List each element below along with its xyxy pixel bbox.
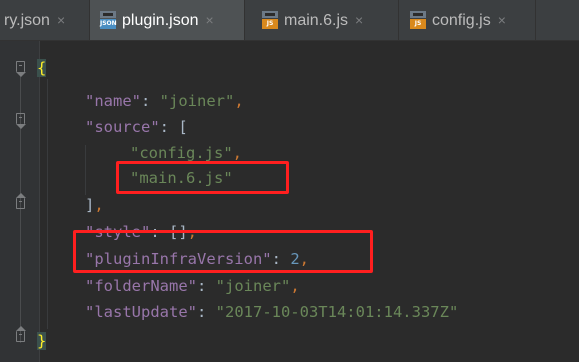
tab-label: main.6.js <box>284 12 349 29</box>
highlight-box-main-js <box>116 161 289 194</box>
fold-icon[interactable] <box>16 326 26 342</box>
code-line: "name": "joiner", <box>85 92 244 110</box>
json-string: "joiner" <box>215 277 291 295</box>
code-line: } <box>37 328 47 354</box>
open-brace: { <box>37 59 47 77</box>
tab-label: ry.json <box>4 12 50 29</box>
tab-main-6-js[interactable]: JS main.6.js × <box>252 0 387 40</box>
json-string: "2017-10-03T14:01:14.337Z" <box>215 303 459 321</box>
json-string: "config.js" <box>130 144 233 162</box>
editor-gutter <box>0 41 40 362</box>
tab-config-js[interactable]: JS config.js × <box>400 0 535 40</box>
code-line: ], <box>85 196 104 214</box>
close-icon[interactable]: × <box>498 12 506 28</box>
fold-icon[interactable] <box>16 193 26 209</box>
code-line: "folderName": "joiner", <box>85 277 300 295</box>
fold-icon[interactable] <box>16 61 26 77</box>
js-file-icon: JS <box>262 10 278 29</box>
json-key: "name" <box>85 92 141 110</box>
json-key: "folderName" <box>85 277 197 295</box>
code-editor[interactable]: { "name": "joiner", "source": [ "config.… <box>37 41 579 362</box>
tab-label: plugin.json <box>122 12 199 29</box>
tab-plugin-json[interactable]: JSON plugin.json × <box>90 0 244 40</box>
editor-tab-bar: ry.json × JSON plugin.json × JS main.6.js × J… <box>0 0 579 41</box>
close-icon[interactable]: × <box>355 12 363 28</box>
json-file-icon: JSON <box>100 10 117 29</box>
tab-registry-json[interactable]: ry.json × <box>0 0 88 40</box>
fold-icon[interactable] <box>16 113 26 129</box>
json-key: "source" <box>85 118 160 136</box>
close-icon[interactable]: × <box>206 12 214 28</box>
js-file-icon: JS <box>410 10 426 29</box>
code-line: { <box>37 55 47 81</box>
close-icon[interactable]: × <box>57 12 65 28</box>
close-brace: } <box>37 332 47 350</box>
json-string: "joiner" <box>159 92 235 110</box>
code-line: "source": [ <box>85 118 188 136</box>
tab-label: config.js <box>432 12 491 29</box>
code-line: "lastUpdate": "2017-10-03T14:01:14.337Z" <box>85 303 459 321</box>
highlight-box-infra-version <box>73 230 373 273</box>
json-key: "lastUpdate" <box>85 303 197 321</box>
